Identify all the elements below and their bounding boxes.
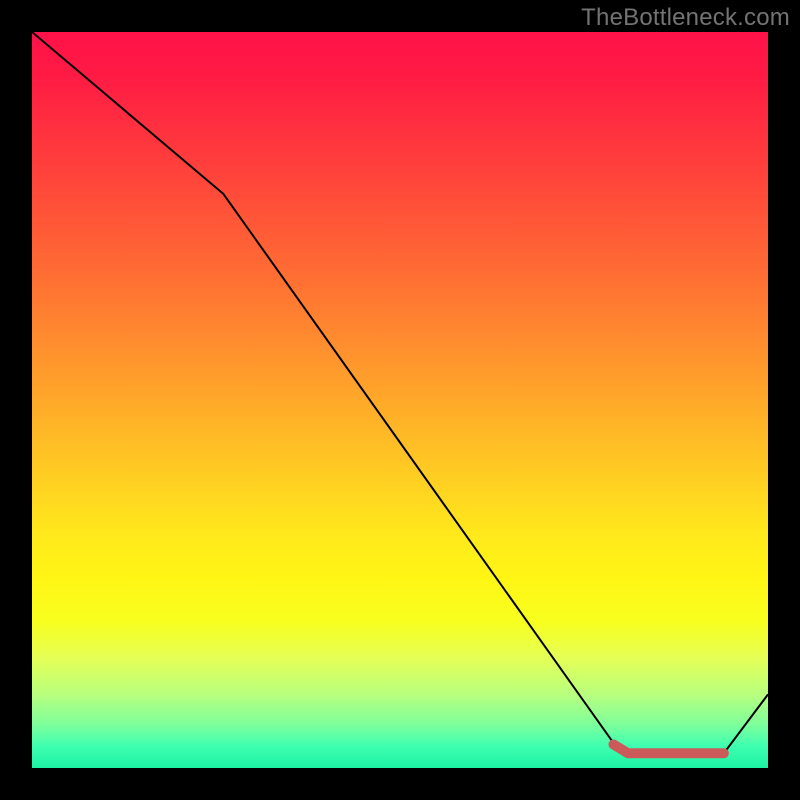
chart-stage: TheBottleneck.com — [0, 0, 800, 800]
main-line-path — [32, 32, 768, 753]
highlight-band-path — [613, 744, 723, 753]
watermark-text: TheBottleneck.com — [581, 4, 790, 32]
chart-lines — [32, 32, 768, 768]
series-main-line — [32, 32, 768, 753]
series-highlight-band — [613, 744, 723, 753]
plot-area — [32, 32, 768, 768]
